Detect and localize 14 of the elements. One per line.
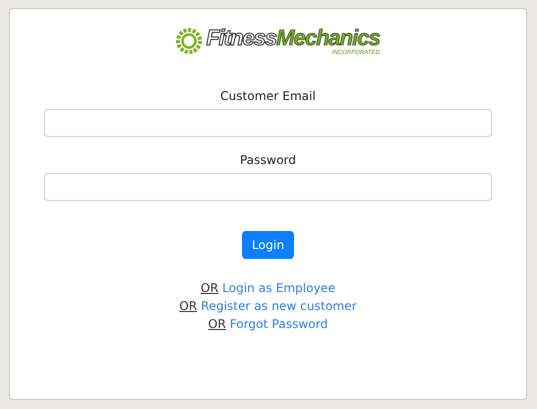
link[interactable]: Login as Employee xyxy=(222,281,336,295)
or-text: OR xyxy=(208,317,226,331)
input-field[interactable] xyxy=(44,109,492,137)
input-field[interactable] xyxy=(44,173,492,201)
field-label: Password xyxy=(240,153,296,167)
login-button[interactable]: Login xyxy=(242,231,294,259)
or-text: OR xyxy=(200,281,218,295)
logo-word: Fitness xyxy=(206,24,276,50)
link[interactable]: Register as new customer xyxy=(200,299,357,313)
or-text: OR xyxy=(179,299,198,313)
link[interactable]: Forgot Password xyxy=(230,317,328,331)
gear-icon xyxy=(176,28,202,54)
field-label: Customer Email xyxy=(220,89,316,103)
logo-word: Mechanics xyxy=(276,24,380,50)
